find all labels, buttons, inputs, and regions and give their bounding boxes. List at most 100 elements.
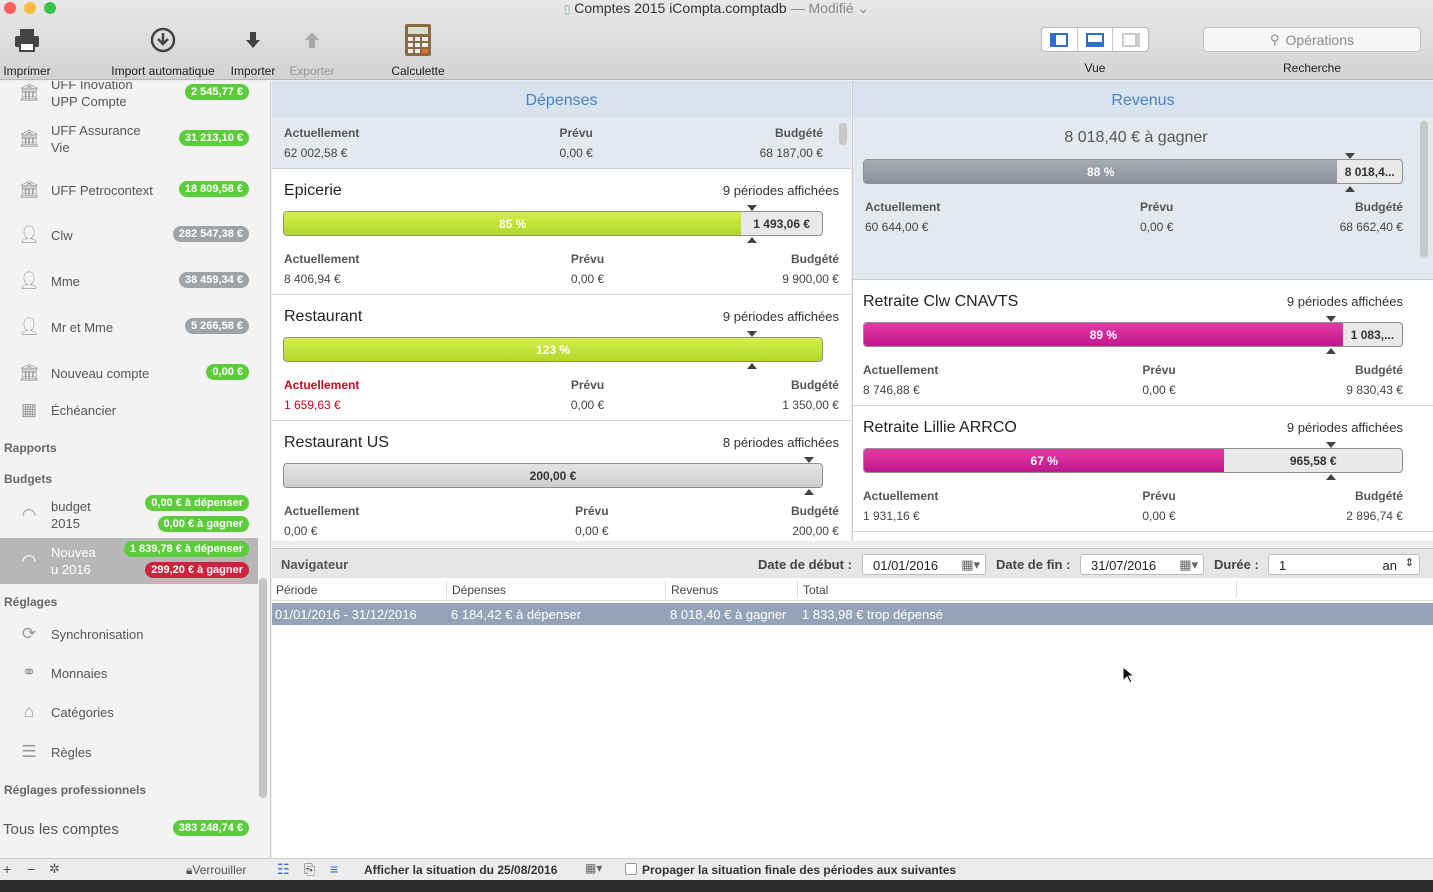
all-accounts-row[interactable]: Tous les comptes 383 248,74 € [0,816,258,844]
dock-strip [0,880,1433,892]
propagate-checkbox[interactable] [625,863,637,875]
budgeted-column: Budgété 9 830,43 € [1346,360,1403,400]
periods-dropdown[interactable]: 8 périodes affichées [723,435,839,450]
expenses-scrollbar[interactable] [839,123,847,145]
actual-column: Actuellement 8 746,88 € [863,360,938,400]
budgeted-label: Budgété [1354,363,1403,377]
search-icon: ⚲ [1269,31,1280,47]
income-card[interactable]: Retraite Clw CNAVTS 9 périodes affichées 8… [853,280,1433,406]
progress-percent: 67 % [1030,453,1058,468]
navigator-title: Navigateur [281,557,349,572]
start-date-field[interactable]: 01/01/2016 ▦▾ [862,554,986,575]
sidebar-item-account[interactable]: 👤︎ Mr et Mme 5 266,58 € [0,309,258,345]
account-balance-badge: 18 809,58 € [178,181,249,197]
view-mode-list-icon[interactable]: ☷ [277,861,290,878]
calendar-picker-icon[interactable]: ▦▾ [961,557,980,573]
sidebar-item-categories[interactable]: ⌂ Catégories [0,701,258,723]
sidebar-item-currencies[interactable]: ⚭ Monnaies [0,662,258,684]
auto-import-button[interactable]: Import automatique [104,22,222,78]
view-right-panel-button[interactable] [1113,28,1148,51]
sidebar-item-scheduler[interactable]: ▦ Échéancier [0,399,258,421]
periods-dropdown[interactable]: 9 périodes affichées [723,309,839,324]
bottom-panel-layout-icon [1086,32,1104,47]
periods-dropdown[interactable]: 9 périodes affichées [723,183,839,198]
export-button[interactable]: Exporter [285,22,339,78]
budgeted-label: Budgété [1354,489,1403,503]
budgeted-label: Budgété [790,252,839,266]
calendar-picker-icon[interactable]: ▦▾ [585,861,602,875]
planned-label: Prévu [575,504,609,518]
actual-value: 8 406,94 € [284,272,341,286]
view-bottom-panel-button[interactable] [1078,28,1114,51]
account-balance-badge: 38 459,34 € [178,272,249,288]
calculator-button[interactable]: Calculette [388,22,448,78]
progress-remaining: 1 083,... [1343,323,1402,346]
actual-column: Actuellement 1 659,63 € [284,375,359,415]
income-card[interactable]: Retraite Lillie ARRCO 9 périodes affichée… [853,406,1433,532]
account-name: UFF Inovation UPP Compte [51,81,133,109]
sidebar-scrollbar[interactable] [259,578,267,798]
expenses-summary: Actuellement 62 002,58 € Prévu 0,00 € Budg… [272,117,851,169]
import-button[interactable]: Importer [226,22,280,78]
remove-button[interactable]: − [27,861,35,877]
planned-column: Prévu 0,00 € [571,249,691,289]
sidebar-item-budget-2015[interactable]: ◠ budget 2015 0,00 € à dépenser 0,00 € à… [0,495,258,535]
budget-marker-bottom [804,489,814,495]
sidebar-item-account[interactable]: 🏛︎ Nouveau compte 0,00 € [0,355,258,391]
section-reports[interactable]: Rapports [4,441,57,455]
section-pro-settings[interactable]: Réglages professionnels [4,783,146,797]
income-card[interactable]: Retraite Lillie AGIRC9 périodes affichée… [853,532,1433,541]
view-segmented-control[interactable] [1041,27,1149,52]
situation-date-label[interactable]: Afficher la situation du 25/08/2016 [364,863,557,877]
stepper-icon[interactable]: ⇕ [1405,556,1414,569]
expense-card[interactable]: Epicerie 9 périodes affichées 85 % 1 493,06… [272,169,851,295]
view-mode-lines-icon[interactable]: ≡ [330,861,338,877]
remaining-amount: 1 083,... [1350,327,1395,342]
periods-dropdown[interactable]: 9 périodes affichées [1287,294,1403,309]
sidebar-footer: + − ✲ 🔒︎Verrouiller [0,858,271,880]
table-row[interactable]: 01/01/2016 - 31/12/2016 6 184,42 € à dép… [272,603,1433,625]
expense-card[interactable]: Restaurant 9 périodes affichées 123 % Actue… [272,295,851,421]
budgeted-column: Budgété 9 900,00 € [782,249,839,289]
arrow-down-icon [226,22,280,58]
sidebar-item-account[interactable]: 🏛︎ UFF Assurance Vie 31 213,10 € [0,121,258,157]
progress-fill: 89 % [864,323,1343,346]
column-header-expenses[interactable]: Dépenses [452,583,506,597]
expenses-header: Dépenses [272,81,851,117]
sidebar-item-sync[interactable]: ⟳ Synchronisation [0,623,258,645]
start-date-label: Date de début : [758,557,852,572]
periods-dropdown[interactable]: 9 périodes affichées [1287,420,1403,435]
duration-field[interactable]: 1 an ⇕ [1268,554,1420,575]
sidebar-item-budget-2016[interactable]: ◠ Nouvea u 2016 1 839,78 € à dépenser 29… [0,541,258,581]
income-scrollbar[interactable] [1420,121,1428,257]
account-balance-badge: 5 266,58 € [185,318,249,334]
view-sidebar-button[interactable] [1042,28,1078,51]
sidebar-item-account[interactable]: 🏛︎ UFF Inovation UPP Compte 2 545,77 € [0,81,258,111]
all-accounts-label: Tous les comptes [3,821,119,838]
lock-button[interactable]: 🔒︎Verrouiller [186,863,246,878]
column-header-period[interactable]: Période [276,583,317,597]
calendar-picker-icon[interactable]: ▦▾ [1179,557,1198,573]
document-icon: ▯ [563,2,571,16]
actual-value: 1 931,16 € [863,509,920,523]
column-header-income[interactable]: Revenus [671,583,718,597]
view-mode-doc-icon[interactable]: ⎘ [304,861,315,878]
income-summary-marker-bottom [1345,186,1355,192]
sidebar-item-account[interactable]: 👤︎ Mme 38 459,34 € [0,263,258,299]
search-input[interactable]: ⚲ Opérations [1203,27,1421,52]
end-date-field[interactable]: 31/07/2016 ▦▾ [1080,554,1204,575]
add-button[interactable]: + [3,861,11,877]
sidebar-item-rules[interactable]: ☰ Règles [0,741,258,763]
gear-icon[interactable]: ✲ [49,861,60,877]
sidebar-item-account[interactable]: 👤︎ Clw 282 547,38 € [0,217,258,253]
sidebar-item-account[interactable]: 🏛︎ UFF Petrocontext 18 809,58 € [0,172,258,208]
income-pane: Revenus 8 018,40 € à gagner 88 % 8 018,4… [852,81,1433,541]
duration-unit[interactable]: an [1383,558,1397,573]
planned-value: 0,00 € [570,272,605,286]
gauge-icon: ◠ [21,551,37,570]
expense-card[interactable]: Restaurant US 8 périodes affichées 200,00 … [272,421,851,541]
account-balance-badge: 31 213,10 € [178,130,249,146]
print-button[interactable]: Imprimer [0,22,54,78]
column-header-total[interactable]: Total [803,583,828,597]
calculator-icon [388,22,448,58]
